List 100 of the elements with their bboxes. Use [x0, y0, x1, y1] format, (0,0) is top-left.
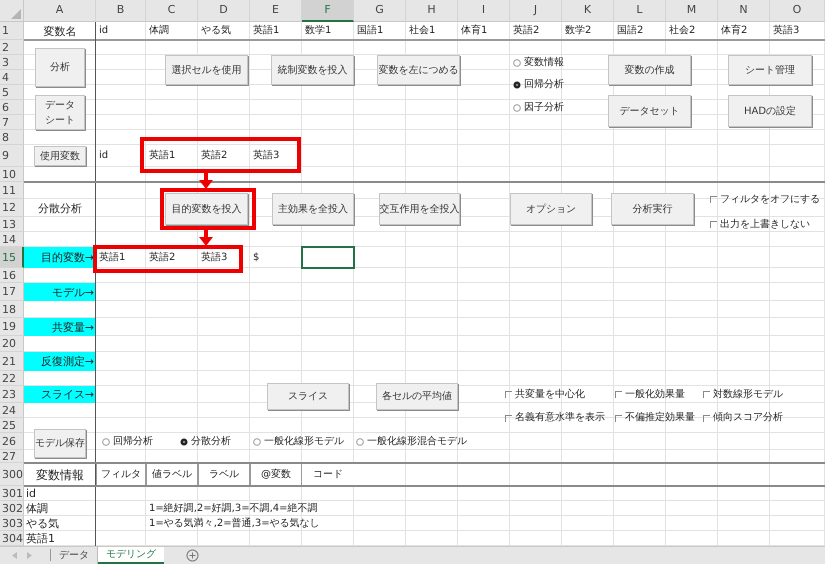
info-tab[interactable]: @変数	[250, 463, 302, 486]
column-header[interactable]: O	[770, 0, 825, 22]
column-header[interactable]: E	[250, 0, 302, 22]
checkbox-icon[interactable]	[703, 391, 710, 398]
macro-button[interactable]: 交互作用を全投入	[379, 193, 460, 225]
macro-button[interactable]: 主効果を全投入	[272, 193, 354, 225]
row-header[interactable]: 27	[0, 450, 24, 463]
info-tab[interactable]: 値ラベル	[146, 463, 198, 486]
macro-button[interactable]: 変数の作成	[608, 55, 691, 85]
column-header[interactable]: G	[354, 0, 406, 22]
row-header[interactable]: 23	[0, 386, 24, 403]
row-header[interactable]: 12	[0, 199, 24, 217]
column-header[interactable]: M	[666, 0, 718, 22]
column-header[interactable]: A	[24, 0, 96, 22]
row-header[interactable]: 1	[0, 22, 24, 40]
radio-button[interactable]: 変数情報	[513, 58, 564, 68]
row-header[interactable]: 22	[0, 371, 24, 386]
radio-button[interactable]: 分散分析	[180, 436, 231, 446]
row-header[interactable]: 14	[0, 232, 24, 247]
row-header[interactable]: 302	[0, 501, 24, 516]
macro-button[interactable]: シート管理	[728, 55, 812, 85]
radio-icon[interactable]	[513, 58, 521, 66]
column-header[interactable]: H	[406, 0, 458, 22]
checkbox[interactable]: 名義有意水準を表示	[505, 413, 605, 423]
info-tab[interactable]: ラベル	[198, 463, 250, 486]
info-tab[interactable]: フィルタ	[96, 463, 146, 486]
row-header[interactable]: 300	[0, 463, 24, 486]
row-header[interactable]: 13	[0, 217, 24, 232]
macro-button[interactable]: 変数を左につめる	[377, 55, 460, 85]
row-header[interactable]: 301	[0, 486, 24, 501]
checkbox[interactable]: 出力を上書きしない	[710, 220, 810, 230]
column-header[interactable]: N	[718, 0, 770, 22]
macro-button[interactable]: 目的変数を投入	[165, 193, 248, 225]
radio-button[interactable]: 一般化線形混合モデル	[356, 436, 467, 446]
row-header[interactable]: 2	[0, 40, 24, 55]
checkbox[interactable]: 対数線形モデル	[703, 390, 783, 400]
macro-button[interactable]: モデル保存	[34, 429, 86, 458]
row-header[interactable]: 20	[0, 336, 24, 352]
macro-button[interactable]: 分析実行	[611, 193, 694, 225]
row-header[interactable]: 25	[0, 418, 24, 433]
row-header[interactable]: 21	[0, 352, 24, 371]
selected-cell[interactable]	[301, 246, 355, 269]
radio-icon[interactable]	[102, 438, 110, 446]
checkbox-icon[interactable]	[703, 414, 710, 422]
row-header[interactable]: 5	[0, 85, 24, 100]
add-sheet-icon[interactable]	[186, 549, 199, 562]
column-header[interactable]: D	[198, 0, 250, 22]
radio-icon[interactable]	[180, 438, 188, 446]
macro-button[interactable]: データシート	[35, 95, 85, 130]
macro-button[interactable]: 各セルの平均値	[376, 383, 458, 410]
column-header[interactable]: J	[510, 0, 562, 22]
checkbox-icon[interactable]	[615, 391, 622, 398]
row-header[interactable]: 7	[0, 115, 24, 130]
column-header[interactable]: I	[458, 0, 510, 22]
row-header[interactable]: 16	[0, 268, 24, 283]
column-header[interactable]: C	[146, 0, 198, 22]
checkbox[interactable]: 一般化効果量	[615, 390, 685, 400]
row-header[interactable]: 8	[0, 130, 24, 145]
row-header[interactable]: 15	[0, 247, 24, 268]
row-header[interactable]: 18	[0, 301, 24, 318]
macro-button[interactable]: 使用変数	[34, 146, 86, 166]
column-header[interactable]: L	[614, 0, 666, 22]
checkbox-icon[interactable]	[505, 414, 512, 422]
macro-button[interactable]: オプション	[510, 193, 592, 225]
row-header[interactable]: 3	[0, 55, 24, 70]
checkbox-icon[interactable]	[505, 391, 512, 398]
radio-icon[interactable]	[356, 438, 364, 446]
radio-button[interactable]: 因子分析	[513, 102, 564, 112]
radio-button[interactable]: 一般化線形モデル	[253, 436, 344, 446]
checkbox-icon[interactable]	[615, 414, 622, 422]
checkbox[interactable]: 不偏推定効果量	[615, 413, 695, 423]
column-header[interactable]: K	[562, 0, 614, 22]
macro-button[interactable]: 分析	[35, 48, 85, 87]
row-header[interactable]: 4	[0, 70, 24, 85]
row-header[interactable]: 19	[0, 318, 24, 336]
radio-button[interactable]: 回帰分析	[102, 436, 153, 446]
checkbox[interactable]: フィルタをオフにする	[710, 194, 820, 204]
row-header[interactable]: 304	[0, 531, 24, 546]
row-header[interactable]: 26	[0, 433, 24, 450]
checkbox[interactable]: 傾向スコア分析	[703, 413, 783, 423]
macro-button[interactable]: データセット	[608, 95, 691, 127]
row-header[interactable]: 9	[0, 145, 24, 167]
checkbox-icon[interactable]	[710, 196, 717, 203]
row-header[interactable]: 11	[0, 182, 24, 199]
radio-icon[interactable]	[253, 438, 261, 446]
row-header[interactable]: 24	[0, 403, 24, 418]
radio-icon[interactable]	[513, 81, 521, 89]
row-header[interactable]: 10	[0, 167, 24, 182]
row-header[interactable]: 303	[0, 516, 24, 531]
macro-button[interactable]: 統制変数を投入	[271, 55, 354, 85]
checkbox[interactable]: 共変量を中心化	[505, 390, 585, 400]
row-header[interactable]: 6	[0, 100, 24, 115]
row-header[interactable]: 17	[0, 283, 24, 301]
macro-button[interactable]: 選択セルを使用	[165, 55, 248, 85]
column-header[interactable]: B	[96, 0, 146, 22]
radio-icon[interactable]	[513, 104, 521, 112]
column-header[interactable]: F	[302, 0, 354, 22]
macro-button[interactable]: スライス	[267, 383, 349, 410]
sheet-tab[interactable]: モデリング	[98, 547, 164, 564]
checkbox-icon[interactable]	[710, 221, 717, 228]
